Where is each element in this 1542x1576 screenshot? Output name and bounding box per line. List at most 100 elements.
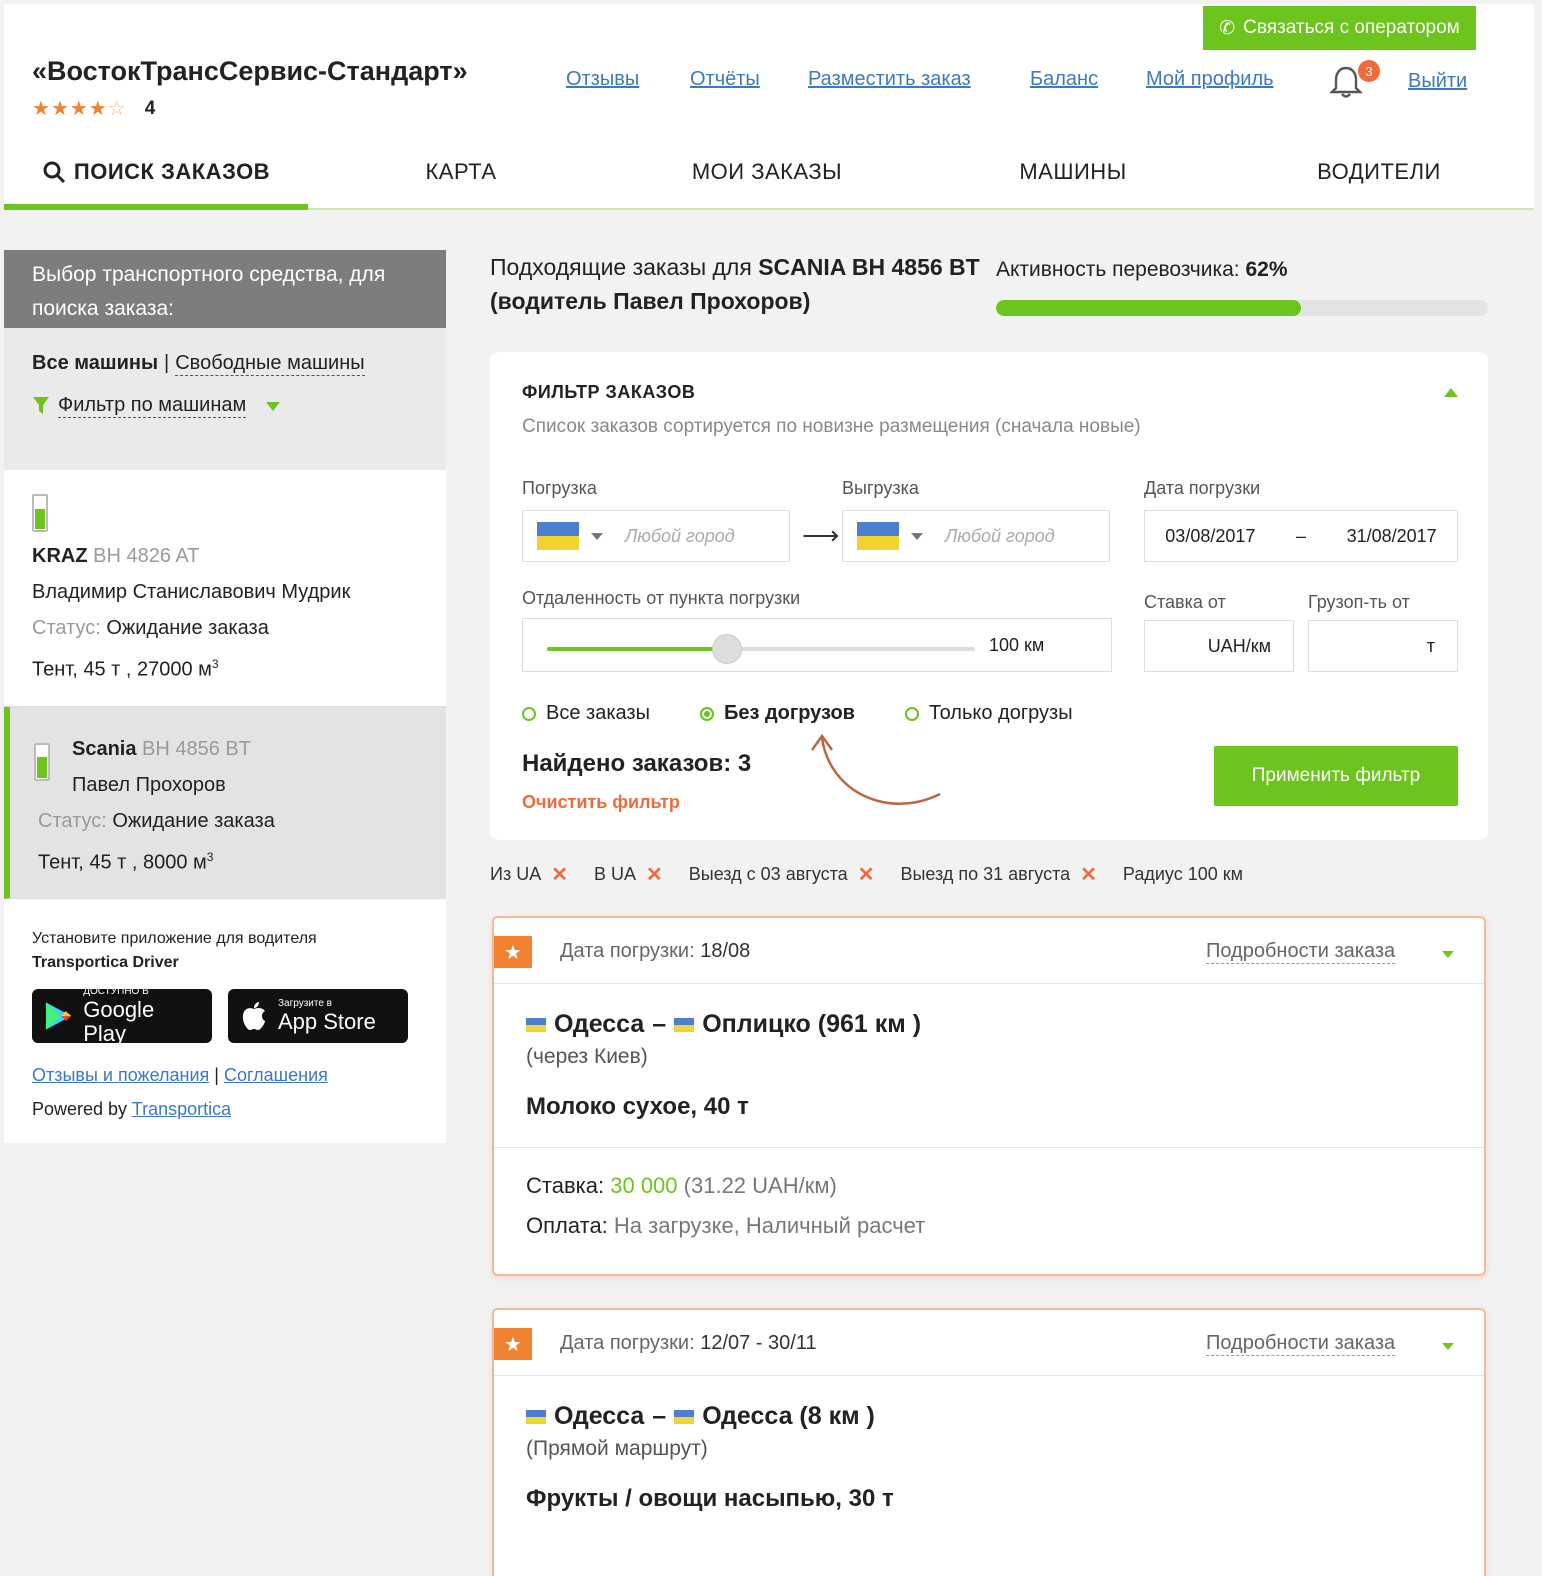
rate-value: 30 000 (610, 1173, 678, 1198)
distance-slider-fill (547, 647, 727, 651)
logout-link[interactable]: Выйти (1408, 70, 1467, 93)
status-label: Статус: (32, 617, 101, 639)
contact-operator-button[interactable]: ✆ Связаться с оператором (1203, 6, 1476, 50)
chevron-down-icon[interactable] (1442, 1343, 1454, 1350)
sidebar-title: Выбор транспортного средства, для поиска… (4, 250, 446, 328)
header: ✆ Связаться с оператором «ВостокТрансСер… (4, 4, 1534, 210)
order-date: Дата погрузки: 18/08 (560, 940, 750, 963)
order-filter-card: ФИЛЬТР ЗАКАЗОВ Список заказов сортируетс… (490, 352, 1488, 840)
battery-icon (32, 494, 48, 532)
chip-label: Радиус 100 км (1122, 864, 1243, 884)
order-date-label: Дата погрузки: (560, 1332, 695, 1354)
separator: | (164, 352, 170, 374)
clear-filter-link[interactable]: Очистить фильтр (522, 792, 680, 813)
date-from[interactable]: 03/08/2017 (1165, 526, 1255, 547)
filter-by-machines-link[interactable]: Фильтр по машинам (58, 394, 247, 418)
feedback-link[interactable]: Отзывы и пожелания (32, 1065, 209, 1085)
order-cargo: Фрукты / овощи насыпью, 30 т (526, 1485, 894, 1512)
tab-drivers[interactable]: ВОДИТЕЛИ (1226, 134, 1532, 210)
unloading-city-placeholder: Любой город (945, 525, 1055, 546)
activity-progress-fill (996, 300, 1302, 316)
battery-icon (34, 742, 50, 781)
link-reports[interactable]: Отчёты (690, 68, 760, 91)
distance-slider-handle[interactable] (711, 634, 742, 664)
date-to[interactable]: 31/08/2017 (1347, 526, 1437, 547)
powered-by-text: Powered by (32, 1099, 128, 1120)
radio-only-extra-loads[interactable]: Только догрузы (904, 702, 1073, 725)
rate-per-km: (31.22 UAH/км) (683, 1173, 837, 1198)
all-machines-link[interactable]: Все машины (32, 352, 158, 376)
vehicle-card-kraz[interactable]: KRAZ BH 4826 AT Владимир Станиславович М… (4, 470, 446, 707)
order-card[interactable]: ★ Дата погрузки: 18/08 Подробности заказ… (492, 916, 1486, 1276)
star-icon: ★ (50, 98, 70, 120)
app-promo: Установите приложение для водителя Trans… (4, 899, 446, 1144)
rate-from-input[interactable]: UAH/км (1144, 620, 1294, 672)
close-icon[interactable]: ✕ (1080, 862, 1097, 887)
vehicle-card-scania[interactable]: Scania BH 4856 BT Павел Прохоров Статус:… (4, 706, 446, 900)
route-to: Оплицко (961 км ) (702, 1010, 922, 1038)
star-icon[interactable]: ★ (494, 936, 532, 968)
tab-map[interactable]: КАРТА (308, 134, 614, 210)
star-icon: ★ (32, 98, 51, 120)
vehicle-driver: Павел Прохоров (72, 773, 226, 796)
star-icon[interactable]: ★ (494, 1328, 532, 1360)
ua-flag-icon (674, 1409, 695, 1424)
agreements-link[interactable]: Соглашения (224, 1065, 328, 1085)
google-play-button[interactable]: ДОСТУПНО В Google Play (32, 986, 212, 1046)
radio-dot (904, 706, 919, 721)
radio-all-orders[interactable]: Все заказы (522, 702, 650, 725)
specs-superscript: 3 (206, 849, 214, 864)
free-machines-link[interactable]: Свободные машины (175, 352, 365, 376)
carrier-activity: Активность перевозчика: 62% (996, 258, 1488, 282)
activity-label: Активность перевозчика: (996, 258, 1240, 281)
star-empty-icon: ☆ (107, 98, 127, 120)
capacity-from-input[interactable]: т (1308, 620, 1458, 672)
filter-subtitle: Список заказов сортируется по новизне ра… (522, 416, 1141, 437)
page: ✆ Связаться с оператором «ВостокТрансСер… (0, 0, 1542, 1576)
tab-my-orders[interactable]: МОИ ЗАКАЗЫ (614, 134, 920, 210)
vehicle-driver: Владимир Станиславович Мудрик (32, 581, 351, 603)
app-store-button[interactable]: Загрузите в App Store (228, 989, 408, 1044)
order-card[interactable]: ★ Дата погрузки: 12/07 - 30/11 Подробнос… (492, 1308, 1486, 1576)
chevron-down-icon[interactable] (1442, 951, 1454, 958)
apply-filter-button[interactable]: Применить фильтр (1214, 746, 1458, 806)
transportica-link[interactable]: Transportica (132, 1099, 231, 1119)
vehicle-brand: KRAZ (32, 545, 88, 567)
sidebar-filter: Все машины | Свободные машины Фильтр по … (4, 328, 446, 470)
close-icon[interactable]: ✕ (858, 862, 875, 887)
tab-machines[interactable]: МАШИНЫ (920, 134, 1226, 210)
capacity-unit: т (1426, 635, 1435, 656)
close-icon[interactable]: ✕ (551, 862, 568, 887)
radio-no-extra-loads[interactable]: Без догрузов (699, 702, 855, 725)
order-details-toggle[interactable]: Подробности заказа (1206, 1332, 1396, 1356)
link-place-order[interactable]: Разместить заказ (808, 68, 971, 91)
chevron-up-icon[interactable] (1444, 388, 1458, 397)
chevron-down-icon[interactable] (266, 401, 281, 411)
notifications-badge: 3 (1358, 60, 1380, 82)
app-name: Transportica Driver (32, 954, 179, 972)
contact-operator-label: Связаться с оператором (1243, 17, 1460, 38)
order-date-value: 12/07 - 30/11 (700, 1332, 817, 1354)
radio-label: Только догрузы (928, 702, 1073, 724)
order-header: ★ Дата погрузки: 12/07 - 30/11 Подробнос… (494, 1310, 1484, 1376)
ua-flag-icon (526, 1409, 546, 1424)
google-play-icon (45, 1002, 72, 1030)
order-details-toggle[interactable]: Подробности заказа (1206, 940, 1396, 964)
date-range-input[interactable]: 03/08/2017 – 31/08/2017 (1144, 510, 1458, 562)
tab-search-orders[interactable]: ПОИСК ЗАКАЗОВ (4, 134, 308, 210)
route-from: Одесса (554, 1402, 645, 1430)
distance-slider[interactable] (547, 634, 975, 664)
link-reviews[interactable]: Отзывы (566, 68, 639, 91)
close-icon[interactable]: ✕ (646, 862, 663, 887)
unloading-city-input[interactable]: Любой город (842, 510, 1110, 562)
vehicle-status: Ожидание заказа (106, 617, 269, 639)
loading-city-input[interactable]: Любой город (522, 510, 790, 562)
distance-slider-box: 100 км (522, 618, 1112, 672)
route-dash: – (652, 1010, 667, 1038)
ua-flag-icon (857, 522, 899, 550)
link-balance[interactable]: Баланс (1030, 68, 1098, 91)
chip-label: Из UA (490, 864, 542, 884)
vehicle-plate: BH 4826 AT (93, 545, 200, 567)
order-header: ★ Дата погрузки: 18/08 Подробности заказ… (494, 918, 1484, 984)
link-my-profile[interactable]: Мой профиль (1146, 68, 1274, 91)
